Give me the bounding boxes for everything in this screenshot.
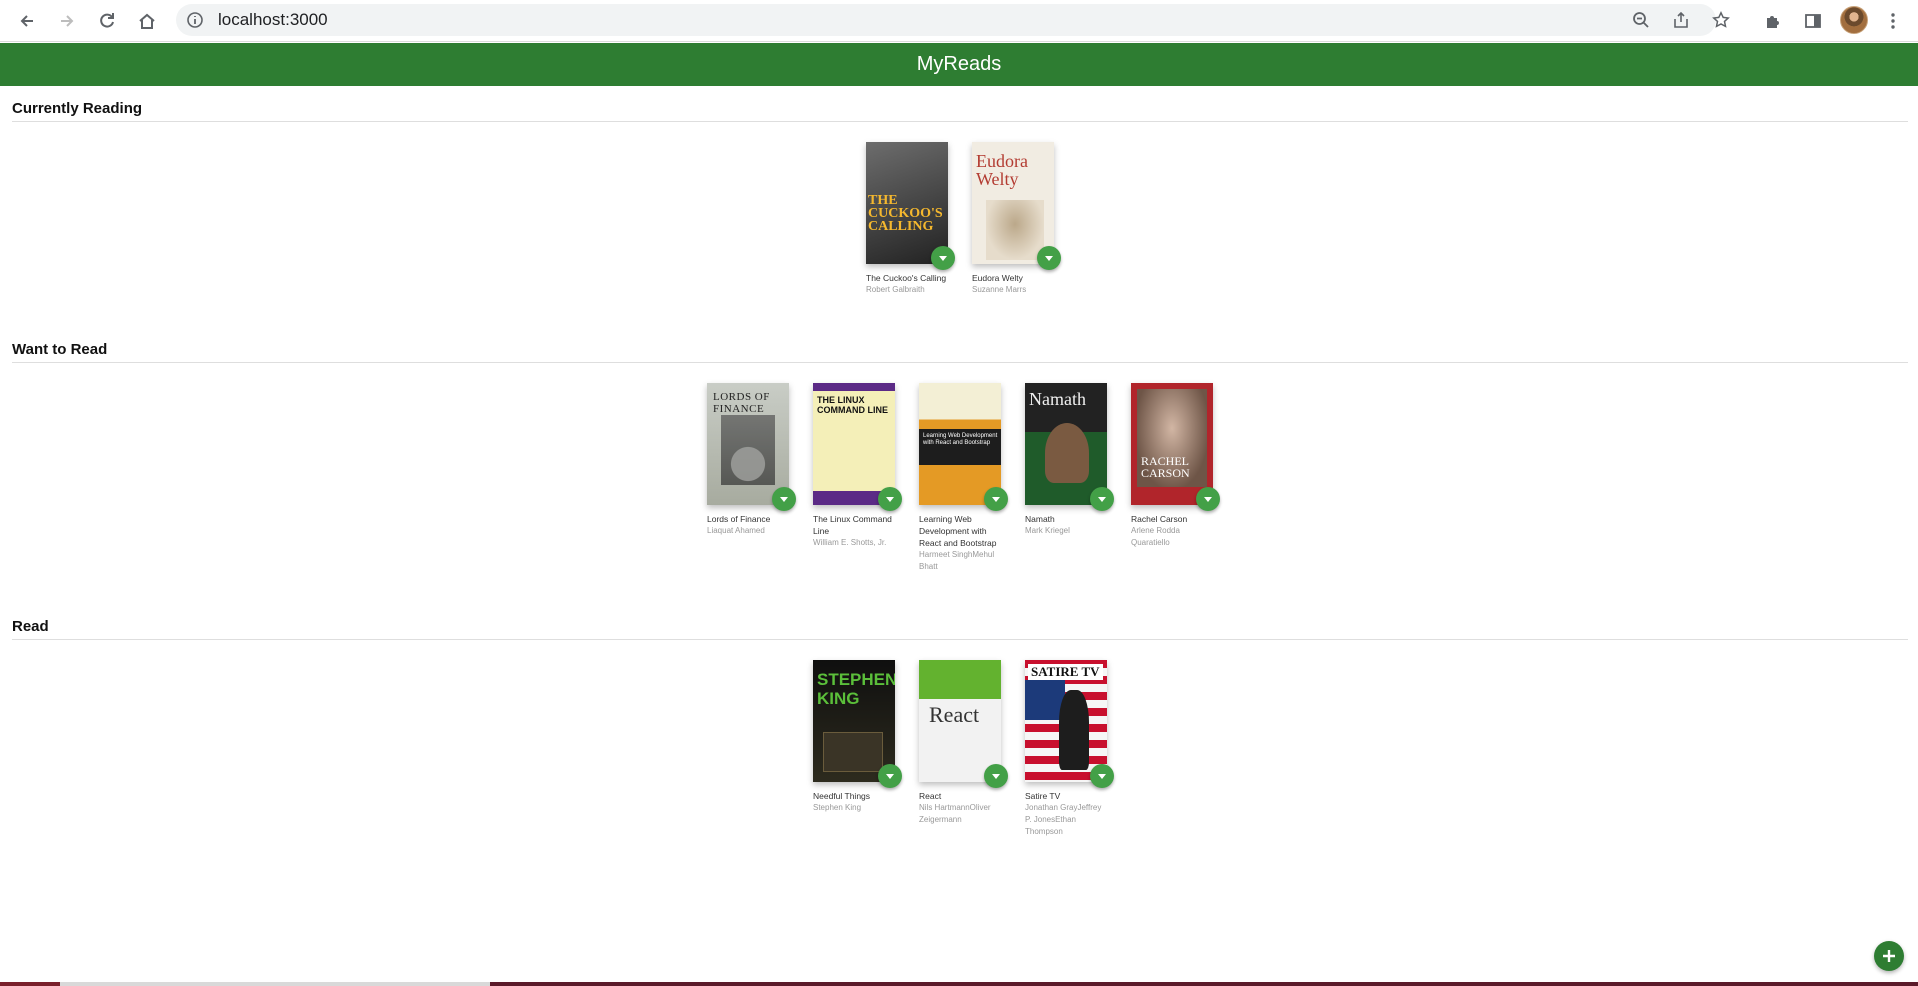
share-button[interactable] [1670, 9, 1692, 31]
book-grid: LORDS OF FINANCE Lords of Finance Liaqua… [12, 383, 1908, 573]
shelf-changer-button[interactable] [1196, 487, 1220, 511]
shelf-currently-reading: Currently Reading THE CUCKOO'S CALLING T… [12, 100, 1908, 296]
shelf-changer-button[interactable] [1037, 246, 1061, 270]
book-item: Eudora Welty Eudora Welty Suzanne Marrs [972, 142, 1061, 296]
book-cover: STEPHEN KING [813, 660, 895, 782]
forward-arrow-icon [61, 15, 74, 27]
book-item: RACHEL CARSON Rachel Carson Arlene Rodda… [1131, 383, 1220, 573]
app-title: MyReads [916, 53, 1002, 75]
shelf-title: Read [12, 618, 1908, 640]
book-grid: STEPHEN KING Needful Things Stephen King… [12, 660, 1908, 838]
book-item: React React Nils HartmannOliver Zeigerma… [919, 660, 1008, 838]
browser-toolbar: localhost:3000 [0, 0, 1918, 42]
back-arrow-icon [20, 15, 33, 27]
book-title: Eudora Welty [972, 273, 1023, 283]
book-title: Rachel Carson [1131, 514, 1188, 524]
book-title: The Cuckoo's Calling [866, 273, 947, 283]
book-item: Learning Web Development with React and … [919, 383, 1008, 573]
reload-icon [100, 13, 114, 28]
book-cover: SATIRE TV [1025, 660, 1107, 782]
book-cover: LORDS OF FINANCE [707, 383, 789, 505]
shelf-changer-button[interactable] [984, 764, 1008, 788]
book-item: THE CUCKOO'S CALLING The Cuckoo's Callin… [866, 142, 955, 296]
book-title: The Linux Command Line [813, 514, 892, 536]
add-book-button[interactable] [1874, 941, 1904, 971]
share-icon [1674, 11, 1688, 28]
book-authors: Liaquat Ahamed [707, 526, 765, 535]
side-panel-button[interactable] [1798, 6, 1828, 36]
book-cover: THE LINUX COMMAND LINE [813, 383, 895, 505]
bookmark-button[interactable] [1710, 9, 1732, 31]
shelf-changer-button[interactable] [984, 487, 1008, 511]
app-header: MyReads [0, 43, 1918, 86]
info-icon[interactable] [186, 11, 204, 29]
plus-icon [1883, 950, 1895, 962]
book-cover: Learning Web Development with React and … [919, 383, 1001, 505]
reload-button[interactable] [92, 6, 122, 36]
book-authors: Jonathan GrayJeffrey P. JonesEthan Thomp… [1025, 803, 1102, 836]
zoom-out-icon [1633, 12, 1649, 28]
book-authors: Harmeet SinghMehul Bhatt [919, 550, 995, 571]
shelf-changer-button[interactable] [1090, 764, 1114, 788]
book-authors: Arlene Rodda Quaratiello [1131, 526, 1180, 547]
book-authors: Mark Kriegel [1025, 526, 1070, 535]
extensions-icon [1767, 16, 1779, 28]
book-grid: THE CUCKOO'S CALLING The Cuckoo's Callin… [12, 142, 1908, 296]
shelf-changer-button[interactable] [772, 487, 796, 511]
book-item: THE LINUX COMMAND LINE The Linux Command… [813, 383, 902, 573]
back-button[interactable] [12, 6, 42, 36]
book-title: Namath [1025, 514, 1055, 524]
shelf-title: Currently Reading [12, 100, 1908, 122]
book-authors: Nils HartmannOliver Zeigermann [919, 803, 991, 824]
book-title: Needful Things [813, 791, 871, 801]
book-cover: RACHEL CARSON [1131, 383, 1213, 505]
book-title: React [919, 791, 942, 801]
side-panel-icon [1805, 14, 1821, 28]
book-cover: THE CUCKOO'S CALLING [866, 142, 948, 264]
browser-menu-button[interactable] [1878, 6, 1908, 36]
book-cover: React [919, 660, 1001, 782]
book-item: STEPHEN KING Needful Things Stephen King [813, 660, 902, 838]
address-bar[interactable]: localhost:3000 [176, 4, 1730, 36]
home-button[interactable] [132, 6, 162, 36]
book-authors: Stephen King [813, 803, 862, 812]
book-cover: Eudora Welty [972, 142, 1054, 264]
shelf-changer-button[interactable] [878, 764, 902, 788]
star-icon [1712, 11, 1730, 28]
book-cover: Namath [1025, 383, 1107, 505]
shelf-changer-button[interactable] [931, 246, 955, 270]
book-title: Learning Web Development with React and … [919, 514, 997, 548]
shelf-changer-button[interactable] [878, 487, 902, 511]
book-authors: William E. Shotts, Jr. [813, 538, 887, 547]
profile-avatar[interactable] [1840, 6, 1868, 34]
home-icon [139, 13, 155, 29]
shelf-read: Read STEPHEN KING Needful Things Stephen… [12, 618, 1908, 838]
forward-button[interactable] [52, 6, 82, 36]
book-item: Namath Namath Mark Kriegel [1025, 383, 1114, 573]
book-item: SATIRE TV Satire TV Jonathan GrayJeffrey… [1025, 660, 1114, 838]
extensions-button[interactable] [1758, 6, 1788, 36]
book-title: Lords of Finance [707, 514, 771, 524]
shelf-title: Want to Read [12, 341, 1908, 363]
url-text[interactable]: localhost:3000 [218, 10, 328, 30]
book-authors: Suzanne Marrs [972, 285, 1027, 294]
menu-dots-icon [1891, 13, 1895, 29]
shelf-want-to-read: Want to Read LORDS OF FINANCE Lords of F… [12, 341, 1908, 573]
shelf-changer-button[interactable] [1090, 487, 1114, 511]
book-authors: Robert Galbraith [866, 285, 925, 294]
book-title: Satire TV [1025, 791, 1061, 801]
taskbar-strip [0, 982, 1918, 986]
zoom-button[interactable] [1630, 9, 1652, 31]
book-item: LORDS OF FINANCE Lords of Finance Liaqua… [707, 383, 796, 573]
